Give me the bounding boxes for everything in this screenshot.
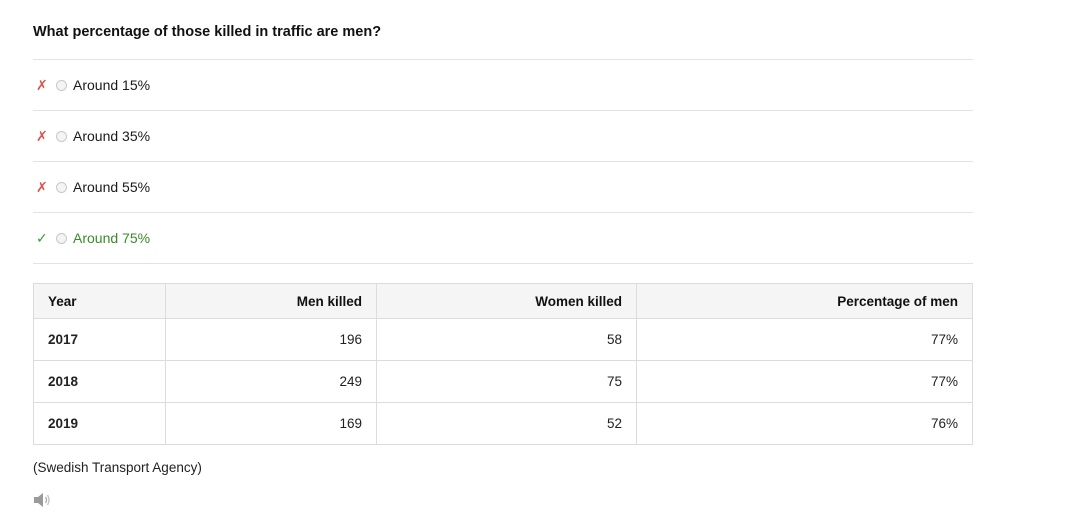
answer-option-2[interactable]: ✗ Around 35% bbox=[33, 110, 973, 161]
women-killed-cell: 52 bbox=[376, 402, 637, 445]
percentage-cell: 77% bbox=[636, 318, 973, 361]
women-killed-cell: 58 bbox=[376, 318, 637, 361]
wrong-mark-icon: ✗ bbox=[36, 127, 48, 144]
question-text: What percentage of those killed in traff… bbox=[33, 24, 382, 40]
percentage-cell: 77% bbox=[636, 360, 973, 403]
radio-button[interactable] bbox=[56, 79, 67, 91]
men-killed-cell: 196 bbox=[165, 318, 377, 361]
year-cell: 2018 bbox=[33, 360, 166, 403]
women-killed-cell: 75 bbox=[376, 360, 637, 403]
men-killed-cell: 169 bbox=[165, 402, 377, 445]
answer-option-4[interactable]: ✓ Around 75% bbox=[33, 212, 973, 264]
wrong-mark-icon: ✗ bbox=[36, 76, 48, 93]
table-row: 2018 249 75 77% bbox=[33, 360, 973, 403]
header-women-killed: Women killed bbox=[376, 283, 637, 319]
answer-label: Around 15% bbox=[73, 77, 151, 93]
radio-button[interactable] bbox=[56, 130, 67, 142]
wrong-mark-icon: ✗ bbox=[36, 178, 48, 195]
men-killed-cell: 249 bbox=[165, 360, 377, 403]
answer-option-3[interactable]: ✗ Around 55% bbox=[33, 161, 973, 212]
answer-options: ✗ Around 15% ✗ Around 35% ✗ Around 55% ✓… bbox=[33, 59, 973, 264]
correct-check-icon: ✓ bbox=[36, 229, 48, 246]
table-header-row: Year Men killed Women killed Percentage … bbox=[33, 283, 973, 319]
radio-button[interactable] bbox=[56, 232, 67, 244]
table-row: 2017 196 58 77% bbox=[33, 318, 973, 361]
source-note: (Swedish Transport Agency) bbox=[33, 460, 202, 475]
statistics-table: Year Men killed Women killed Percentage … bbox=[33, 283, 973, 445]
table-row: 2019 169 52 76% bbox=[33, 402, 973, 445]
answer-label: Around 55% bbox=[73, 179, 151, 195]
header-percentage-men: Percentage of men bbox=[636, 283, 973, 319]
header-year: Year bbox=[33, 283, 166, 319]
year-cell: 2019 bbox=[33, 402, 166, 445]
answer-option-1[interactable]: ✗ Around 15% bbox=[33, 59, 973, 110]
answer-label: Around 75% bbox=[73, 230, 151, 246]
speaker-icon[interactable] bbox=[33, 492, 51, 508]
header-men-killed: Men killed bbox=[165, 283, 377, 319]
year-cell: 2017 bbox=[33, 318, 166, 361]
answer-label: Around 35% bbox=[73, 128, 151, 144]
radio-button[interactable] bbox=[56, 181, 67, 193]
percentage-cell: 76% bbox=[636, 402, 973, 445]
